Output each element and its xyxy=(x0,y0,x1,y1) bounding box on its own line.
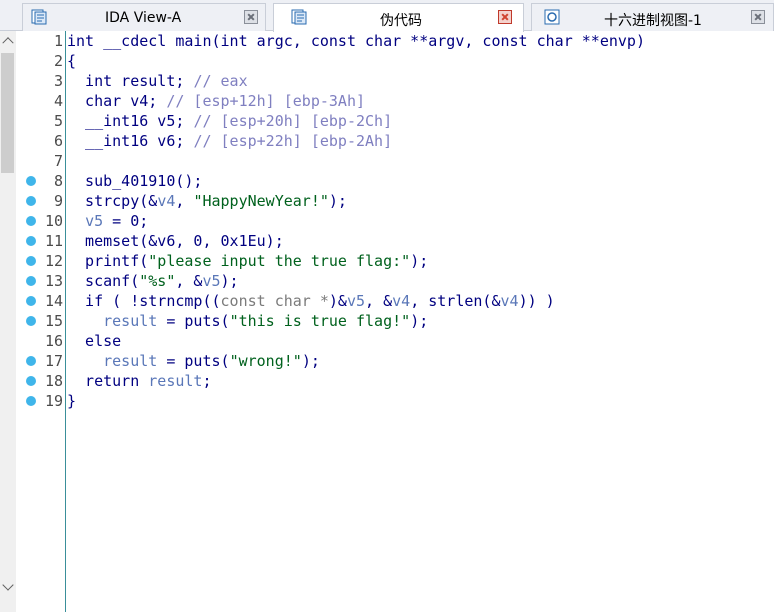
code-line: int __cdecl main(int argc, const char **… xyxy=(67,32,645,50)
line-number: 13 xyxy=(44,272,63,290)
close-icon[interactable] xyxy=(244,10,258,24)
code-line: else xyxy=(67,332,122,350)
line-number: 16 xyxy=(44,332,63,350)
line-number: 9 xyxy=(53,192,63,210)
tab-label: IDA View-A xyxy=(105,10,182,26)
line-number-row[interactable]: 6 xyxy=(16,131,65,151)
line-number-row[interactable]: 16 xyxy=(16,331,65,351)
scroll-down-icon[interactable] xyxy=(2,579,14,591)
line-number: 19 xyxy=(44,392,63,410)
code-line: printf("please input the true flag:"); xyxy=(67,252,429,270)
tab-label: 伪代码 xyxy=(380,13,422,29)
line-number: 14 xyxy=(44,292,63,310)
tab-pseudocode[interactable]: 伪代码 xyxy=(273,3,524,32)
line-number-row[interactable]: 1 xyxy=(16,31,65,51)
line-number: 6 xyxy=(53,132,63,150)
breakpoint-dot-icon[interactable] xyxy=(26,316,36,326)
code-line: __int16 v5; // [esp+20h] [ebp-2Ch] xyxy=(67,112,393,130)
line-number-row[interactable]: 13 xyxy=(16,271,65,291)
code-line: } xyxy=(67,392,77,410)
tab-ida-view-a[interactable]: IDA View-A xyxy=(22,3,266,31)
line-number-row[interactable]: 11 xyxy=(16,231,65,251)
code-line: sub_401910(); xyxy=(67,172,203,190)
breakpoint-dot-icon[interactable] xyxy=(26,276,36,286)
breakpoint-dot-icon[interactable] xyxy=(26,296,36,306)
code-line: int result; // eax xyxy=(67,72,248,90)
line-number-row[interactable]: 2 xyxy=(16,51,65,71)
line-number-row[interactable]: 5 xyxy=(16,111,65,131)
line-number: 15 xyxy=(44,312,63,330)
code-line: __int16 v6; // [esp+22h] [ebp-2Ah] xyxy=(67,132,393,150)
tab-label: 十六进制视图-1 xyxy=(604,13,702,29)
line-number: 10 xyxy=(44,212,63,230)
breakpoint-dot-icon[interactable] xyxy=(26,376,36,386)
code-line: char v4; // [esp+12h] [ebp-3Ah] xyxy=(67,92,366,110)
line-number: 3 xyxy=(53,72,63,90)
line-number-row[interactable]: 17 xyxy=(16,351,65,371)
line-number-row[interactable]: 19 xyxy=(16,391,65,411)
line-number-row[interactable]: 7 xyxy=(16,151,65,171)
line-number: 8 xyxy=(53,172,63,190)
code-line: return result; xyxy=(67,372,212,390)
code-line: v5 = 0; xyxy=(85,212,149,230)
line-number: 4 xyxy=(53,92,63,110)
line-number: 5 xyxy=(53,112,63,130)
close-icon[interactable] xyxy=(751,10,765,24)
tab-hex-view-1[interactable]: 十六进制视图-1 xyxy=(531,3,774,31)
scroll-thumb[interactable] xyxy=(1,53,14,173)
breakpoint-dot-icon[interactable] xyxy=(26,216,36,226)
pseudocode-view-icon xyxy=(291,9,307,25)
code-line: if ( !strncmp((const char *)&v5, &v4, st… xyxy=(67,292,555,310)
line-number-row[interactable]: 3 xyxy=(16,71,65,91)
line-number: 18 xyxy=(44,372,63,390)
line-number-row[interactable]: 12 xyxy=(16,251,65,271)
line-number: 7 xyxy=(53,152,63,170)
breakpoint-dot-icon[interactable] xyxy=(26,176,36,186)
line-number: 12 xyxy=(44,252,63,270)
code-line: result = puts("this is true flag!"); xyxy=(103,312,429,330)
vertical-scrollbar[interactable] xyxy=(0,31,16,612)
breakpoint-dot-icon[interactable] xyxy=(26,236,36,246)
tab-bar: IDA View-A 伪代码 十六进制视图-1 xyxy=(0,0,774,32)
line-number-row[interactable]: 8 xyxy=(16,171,65,191)
close-icon[interactable] xyxy=(498,10,512,24)
line-number-row[interactable]: 10 xyxy=(16,211,65,231)
disassembly-view-icon xyxy=(31,9,47,25)
breakpoint-dot-icon[interactable] xyxy=(26,396,36,406)
scroll-up-icon[interactable] xyxy=(2,37,14,49)
breakpoint-dot-icon[interactable] xyxy=(26,196,36,206)
line-number-row[interactable]: 9 xyxy=(16,191,65,211)
line-number-row[interactable]: 4 xyxy=(16,91,65,111)
code-line: strcpy(&v4, "HappyNewYear!"); xyxy=(67,192,347,210)
line-number: 11 xyxy=(44,232,63,250)
line-number-row[interactable]: 18 xyxy=(16,371,65,391)
code-line: memset(&v6, 0, 0x1Eu); xyxy=(67,232,284,250)
line-number-row[interactable]: 15 xyxy=(16,311,65,331)
hex-view-icon xyxy=(544,9,560,25)
code-line: result = puts("wrong!"); xyxy=(103,352,320,370)
line-number-row[interactable]: 14 xyxy=(16,291,65,311)
pseudocode-editor[interactable]: int __cdecl main(int argc, const char **… xyxy=(67,31,774,612)
gutter-divider xyxy=(65,31,66,612)
code-line: scanf("%s", &v5); xyxy=(67,272,239,290)
breakpoint-dot-icon[interactable] xyxy=(26,256,36,266)
breakpoint-dot-icon[interactable] xyxy=(26,356,36,366)
line-number-gutter: 1 2 3 4 5 6 7 8 9 10 11 12 13 14 15 16 17 18 19 xyxy=(16,31,65,612)
line-number: 17 xyxy=(44,352,63,370)
line-number: 2 xyxy=(53,52,63,70)
code-line: { xyxy=(67,52,77,70)
line-number: 1 xyxy=(53,32,63,50)
